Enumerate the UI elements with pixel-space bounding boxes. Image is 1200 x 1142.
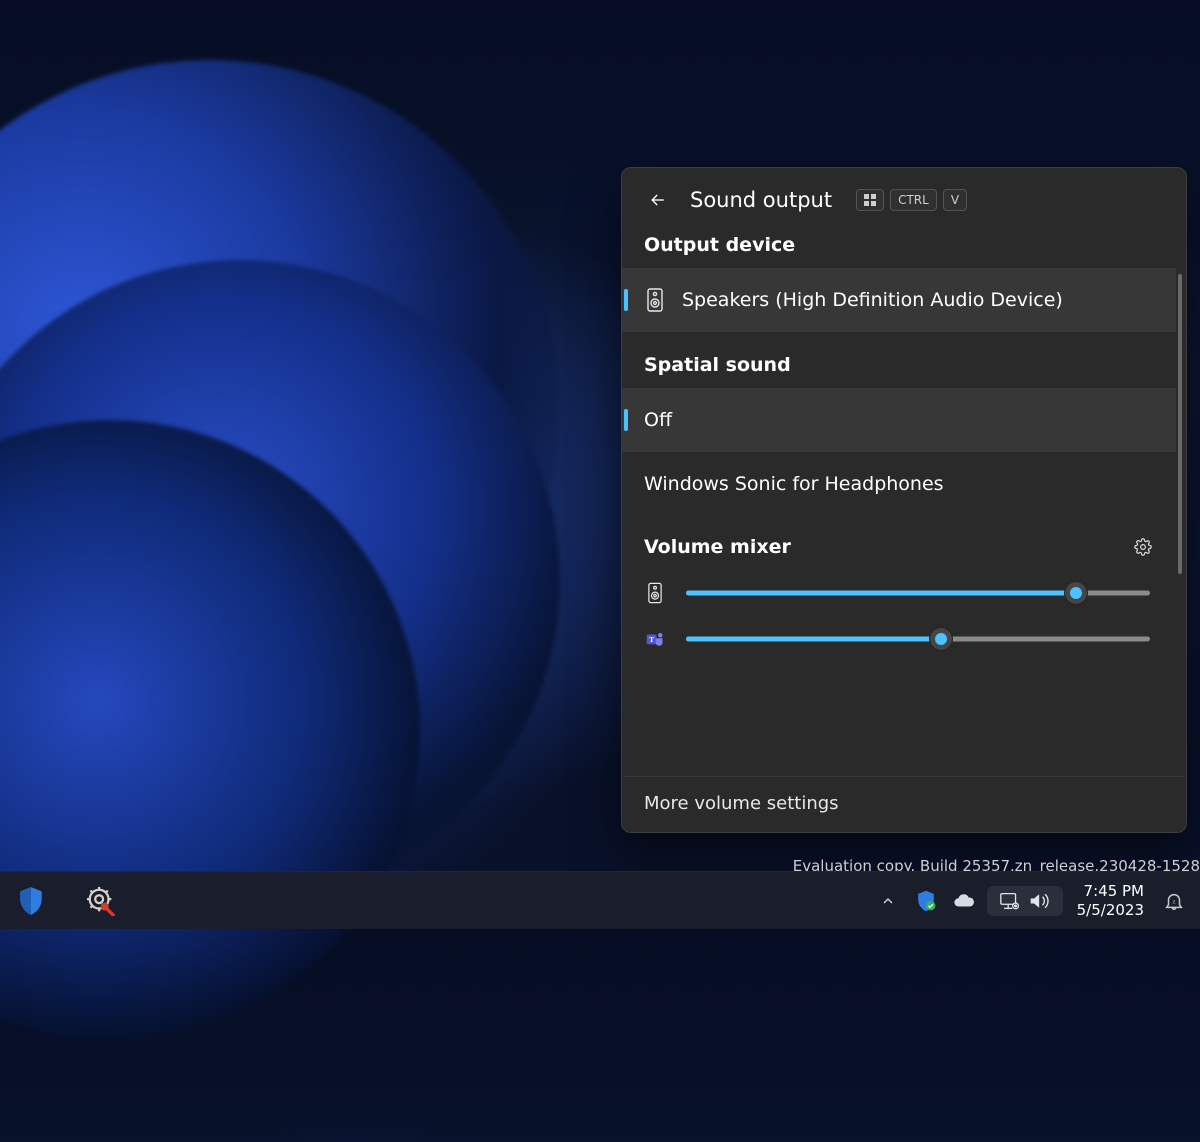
svg-text:z: z [1173, 898, 1176, 905]
taskbar-left [16, 886, 116, 916]
panel-header: Sound output CTRL V [622, 186, 1186, 228]
cloud-icon [953, 893, 975, 909]
system-volume-slider[interactable] [686, 584, 1150, 602]
taskbar-clock[interactable]: 7:45 PM 5/5/2023 [1063, 882, 1154, 920]
svg-text:T: T [649, 635, 654, 644]
slider-fill [686, 637, 941, 642]
wallpaper-bloom [0, 318, 522, 1142]
slider-thumb[interactable] [1065, 582, 1087, 604]
volume-mixer-header: Volume mixer [622, 516, 1176, 568]
tray-onedrive-icon[interactable] [953, 890, 975, 912]
spatial-sound-label: Spatial sound [622, 332, 1176, 388]
back-button[interactable] [644, 186, 672, 214]
tray-overflow-button[interactable] [877, 890, 899, 912]
taskbar-settings-icon[interactable] [86, 886, 116, 916]
speaker-device-icon [644, 288, 666, 312]
taskbar-right: 7:45 PM 5/5/2023 z [877, 882, 1194, 920]
network-icon [999, 892, 1019, 910]
spatial-option-off-label: Off [644, 409, 672, 431]
ctrl-key: CTRL [890, 189, 937, 211]
panel-title: Sound output [690, 188, 832, 212]
volume-icon [1029, 892, 1051, 910]
taskbar-security-icon[interactable] [16, 886, 46, 916]
slider-thumb[interactable] [930, 628, 952, 650]
slider-fill [686, 591, 1076, 596]
mixer-settings-button[interactable] [1134, 538, 1152, 556]
panel-scroll-area: Output device Speakers (High Definition … [622, 228, 1186, 758]
wallpaper-bloom [0, 0, 639, 839]
teams-app-icon[interactable]: T [644, 628, 666, 650]
wallpaper-bloom [0, 209, 611, 950]
mixer-app-row: T [622, 614, 1176, 660]
sound-output-panel: Sound output CTRL V Output device Speake… [621, 167, 1187, 833]
gear-icon [1134, 538, 1152, 556]
notification-bell-icon: z [1163, 890, 1185, 912]
windows-icon [864, 194, 876, 206]
network-volume-button[interactable] [987, 886, 1063, 916]
clock-time: 7:45 PM [1077, 882, 1144, 901]
clock-date: 5/5/2023 [1077, 901, 1144, 920]
chevron-up-icon [880, 893, 896, 909]
spatial-option-off[interactable]: Off [622, 388, 1176, 452]
gear-wrench-icon [86, 886, 116, 916]
output-device-name: Speakers (High Definition Audio Device) [682, 289, 1063, 311]
notification-center-button[interactable]: z [1154, 890, 1194, 912]
win-key [856, 189, 884, 211]
shield-icon [18, 886, 44, 916]
shield-check-icon [916, 890, 936, 912]
output-device-speakers[interactable]: Speakers (High Definition Audio Device) [622, 268, 1176, 332]
spatial-option-sonic[interactable]: Windows Sonic for Headphones [622, 452, 1176, 516]
system-speaker-icon[interactable] [644, 582, 666, 604]
v-key: V [943, 189, 967, 211]
system-tray [877, 890, 987, 912]
tray-security-icon[interactable] [915, 890, 937, 912]
more-volume-settings-link[interactable]: More volume settings [622, 777, 1186, 832]
spatial-option-sonic-label: Windows Sonic for Headphones [644, 473, 944, 495]
keyboard-shortcut: CTRL V [856, 189, 967, 211]
arrow-left-icon [648, 190, 668, 210]
output-device-label: Output device [622, 228, 1176, 268]
mixer-system-row [622, 568, 1176, 614]
scrollbar[interactable] [1178, 274, 1182, 574]
taskbar: 7:45 PM 5/5/2023 z [0, 871, 1200, 929]
volume-mixer-label: Volume mixer [644, 536, 791, 558]
app-volume-slider[interactable] [686, 630, 1150, 648]
more-volume-settings-label: More volume settings [644, 793, 839, 814]
